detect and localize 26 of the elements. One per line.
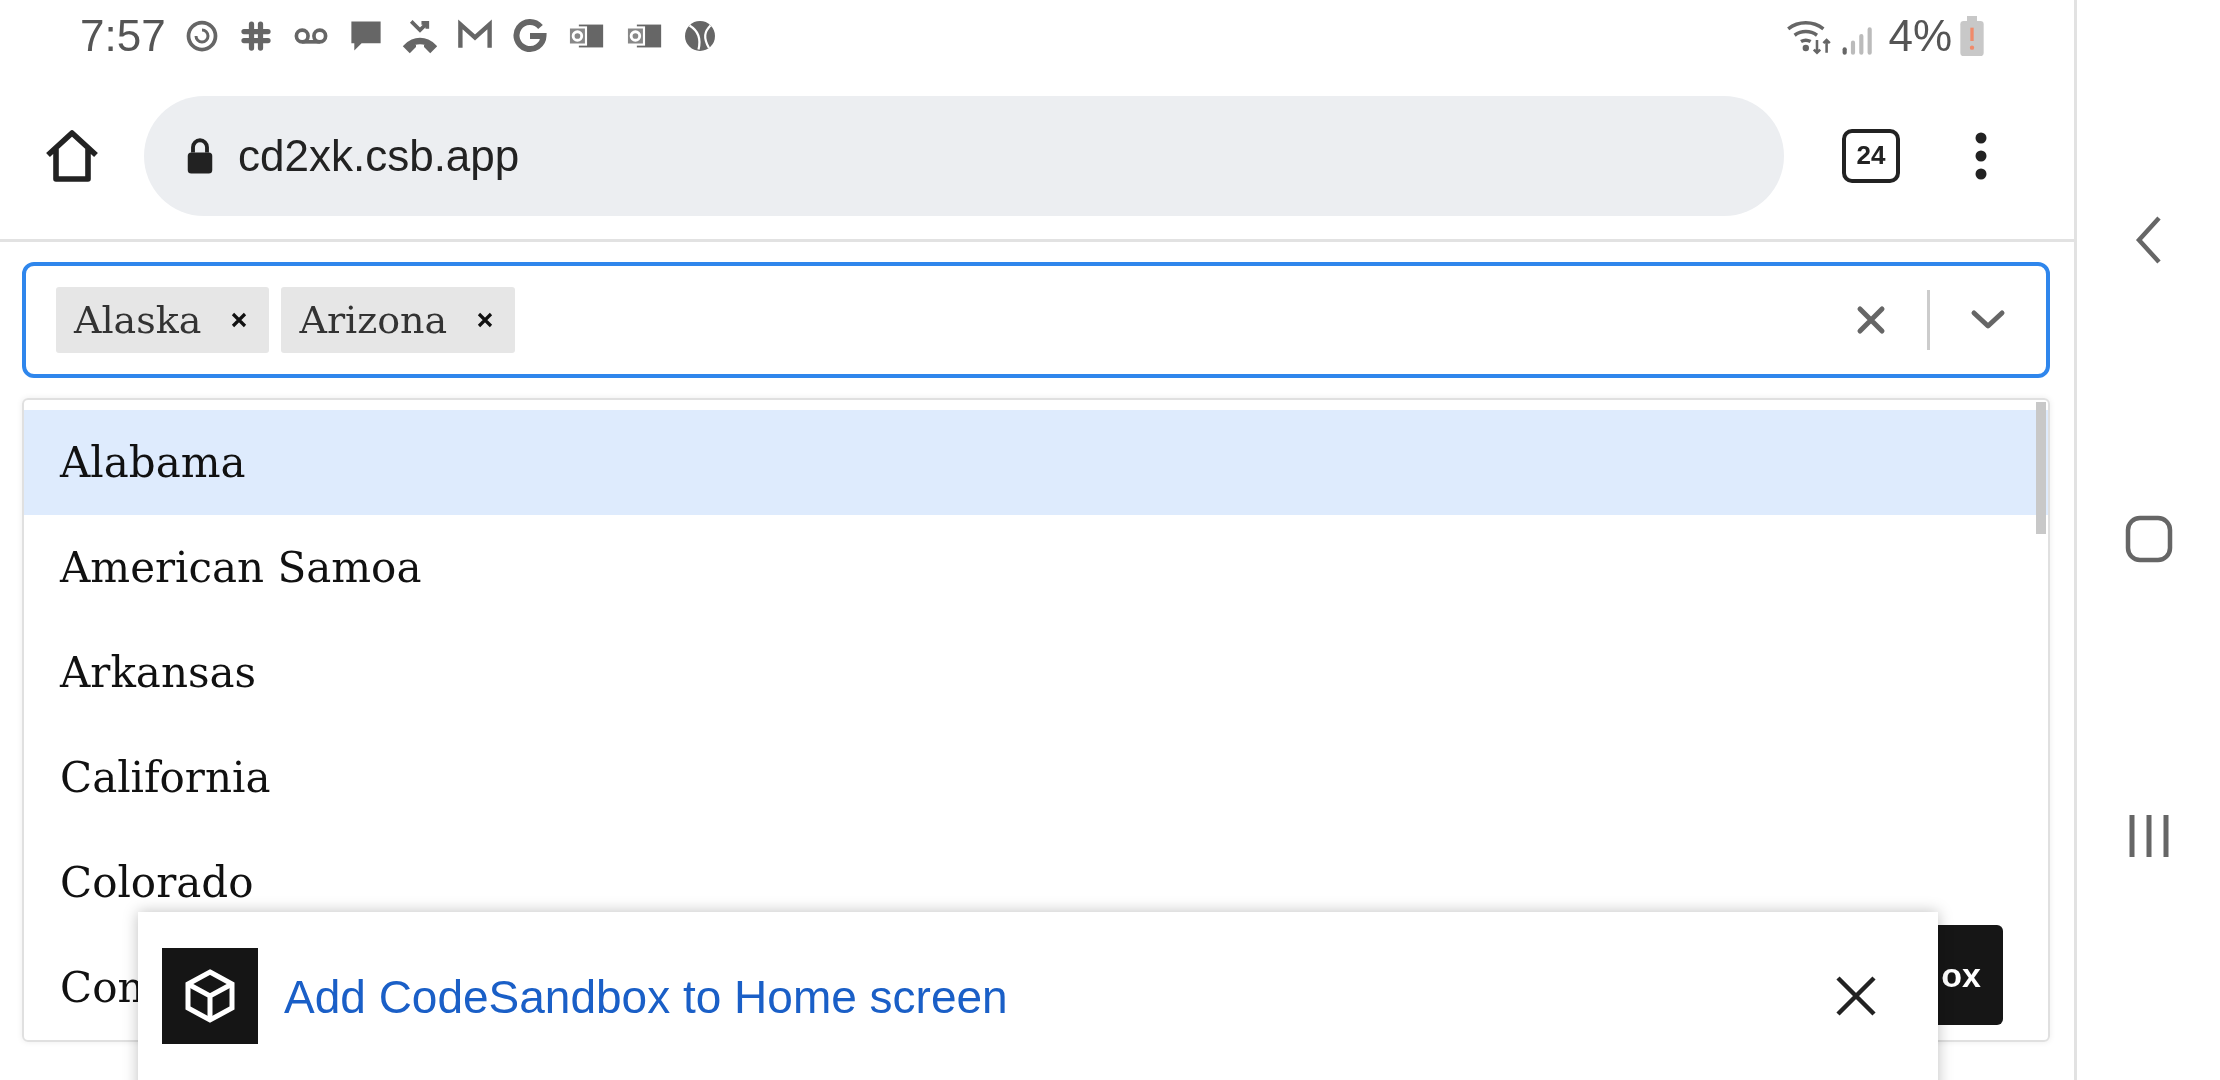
remove-icon[interactable]	[477, 312, 494, 328]
remove-icon[interactable]	[231, 312, 248, 328]
address-bar[interactable]: cd2xk.csb.app	[144, 95, 1784, 216]
chevron-down-icon[interactable]	[1970, 309, 2007, 331]
option-item[interactable]: American Samoa	[24, 515, 2049, 620]
status-time: 7:57	[80, 11, 166, 61]
option-item[interactable]: Arkansas	[24, 620, 2049, 725]
tab-count-button[interactable]: 24	[1842, 128, 1900, 183]
add-to-home-link[interactable]: Add CodeSandbox to Home screen	[284, 970, 1008, 1024]
multi-select-field[interactable]: Alaska Arizona	[22, 262, 2051, 378]
app-logo-icon	[162, 948, 258, 1044]
scrollbar-thumb[interactable]	[2036, 402, 2047, 534]
menu-icon[interactable]	[1974, 130, 1988, 181]
battery-percent: 4%	[1888, 11, 1953, 61]
home-button-icon[interactable]	[2124, 515, 2173, 563]
tag-label: Alaska	[74, 298, 202, 342]
missed-call-icon	[401, 17, 438, 55]
tag-label: Arizona	[299, 298, 448, 342]
battery-low-icon	[1960, 16, 1985, 56]
option-item[interactable]: Alabama	[24, 410, 2049, 515]
g-logo-icon	[511, 18, 548, 54]
close-icon[interactable]	[1834, 974, 1878, 1018]
url-text: cd2xk.csb.app	[238, 130, 520, 181]
option-item[interactable]: California	[24, 725, 2049, 830]
lock-icon	[186, 137, 214, 174]
back-icon[interactable]	[2134, 215, 2163, 265]
